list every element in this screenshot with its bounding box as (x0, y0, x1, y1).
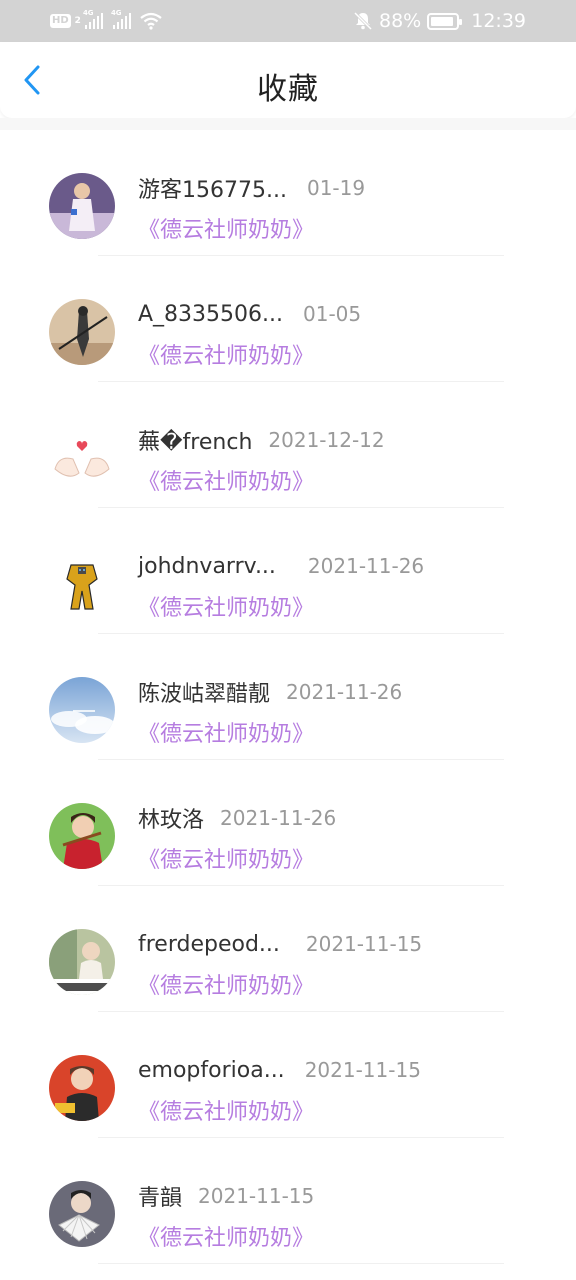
favorite-title[interactable]: 《德云社师奶奶》 (138, 590, 314, 622)
favorite-date: 2021-11-26 (220, 806, 337, 830)
favorite-date: 2021-11-15 (304, 1058, 421, 1082)
navigation-bar: 收藏 (0, 42, 576, 118)
favorites-list: 游客156775... 01-19 《德云社师奶奶》 A_8335506... … (0, 130, 576, 1264)
network-type-label: 4G (110, 9, 122, 17)
favorite-date: 2021-11-26 (307, 554, 425, 578)
favorite-title[interactable]: 《德云社师奶奶》 (138, 842, 314, 874)
status-bar: HD 2 4G 4G 88% 12:39 (0, 0, 576, 42)
avatar[interactable] (49, 299, 115, 365)
favorite-date: 2021-11-26 (286, 680, 403, 704)
status-bar-left: HD 2 4G 4G (50, 9, 163, 32)
favorite-title[interactable]: 《德云社师奶奶》 (138, 212, 314, 244)
divider (98, 1263, 504, 1264)
avatar[interactable] (49, 173, 115, 239)
user-name: frerdepeod... (138, 931, 280, 957)
avatar[interactable] (49, 929, 115, 995)
battery-percent: 88% (379, 10, 422, 32)
avatar[interactable] (49, 1055, 115, 1121)
user-name: 蕪�french (138, 430, 253, 455)
list-item[interactable]: A_8335506... 01-05 《德云社师奶奶》 (0, 256, 576, 382)
favorite-date: 2021-11-15 (198, 1184, 315, 1208)
wifi-icon (140, 12, 162, 30)
list-item[interactable]: frerdepeod... 2021-11-15 《德云社师奶奶》 (0, 886, 576, 1012)
user-name: 陈波岵翠醋靓 (138, 682, 271, 707)
signal-icon: 4G (83, 9, 103, 29)
list-item[interactable]: 青韻 2021-11-15 《德云社师奶奶》 (0, 1138, 576, 1264)
avatar[interactable] (49, 803, 115, 869)
favorite-title[interactable]: 《德云社师奶奶》 (138, 968, 314, 1000)
favorite-title[interactable]: 《德云社师奶奶》 (138, 1094, 314, 1126)
user-name: emopforioa... (138, 1057, 285, 1083)
user-name: johdnvarrv... (138, 553, 276, 579)
favorite-date: 01-05 (303, 302, 362, 326)
favorite-date: 01-19 (306, 176, 366, 200)
network-type-label: 4G (82, 9, 94, 17)
signal-icon: 4G (111, 9, 131, 29)
user-name: A_8335506... (138, 301, 284, 327)
user-name: 林玫洛 (138, 808, 205, 833)
status-bar-right: 88% 12:39 (353, 8, 526, 34)
favorite-title[interactable]: 《德云社师奶奶》 (138, 338, 314, 370)
user-name: 游客156775... (138, 178, 287, 203)
list-item[interactable]: 陈波岵翠醋靓 2021-11-26 《德云社师奶奶》 (0, 634, 576, 760)
favorite-date: 2021-12-12 (268, 428, 385, 452)
clock: 12:39 (471, 10, 526, 32)
sim-indicator: 2 (74, 16, 81, 26)
user-name: 青韻 (138, 1186, 183, 1211)
hd-icon: HD (50, 14, 71, 28)
favorite-date: 2021-11-15 (305, 932, 423, 956)
avatar[interactable] (49, 1181, 115, 1247)
favorite-title[interactable]: 《德云社师奶奶》 (138, 1220, 314, 1252)
mute-bell-icon (353, 11, 373, 31)
list-item[interactable]: johdnvarrv... 2021-11-26 《德云社师奶奶》 (0, 508, 576, 634)
list-item[interactable]: emopforioa... 2021-11-15 《德云社师奶奶》 (0, 1012, 576, 1138)
avatar[interactable] (49, 677, 115, 743)
favorite-title[interactable]: 《德云社师奶奶》 (138, 716, 314, 748)
list-item[interactable]: 蕪�french 2021-12-12 《德云社师奶奶》 (0, 382, 576, 508)
list-item[interactable]: 林玫洛 2021-11-26 《德云社师奶奶》 (0, 760, 576, 886)
page-title: 收藏 (257, 72, 319, 107)
favorite-title[interactable]: 《德云社师奶奶》 (138, 464, 314, 496)
list-item[interactable]: 游客156775... 01-19 《德云社师奶奶》 (0, 130, 576, 256)
avatar[interactable] (49, 551, 115, 617)
battery-icon (427, 12, 463, 30)
header-separator (0, 118, 576, 130)
avatar[interactable] (49, 425, 115, 491)
